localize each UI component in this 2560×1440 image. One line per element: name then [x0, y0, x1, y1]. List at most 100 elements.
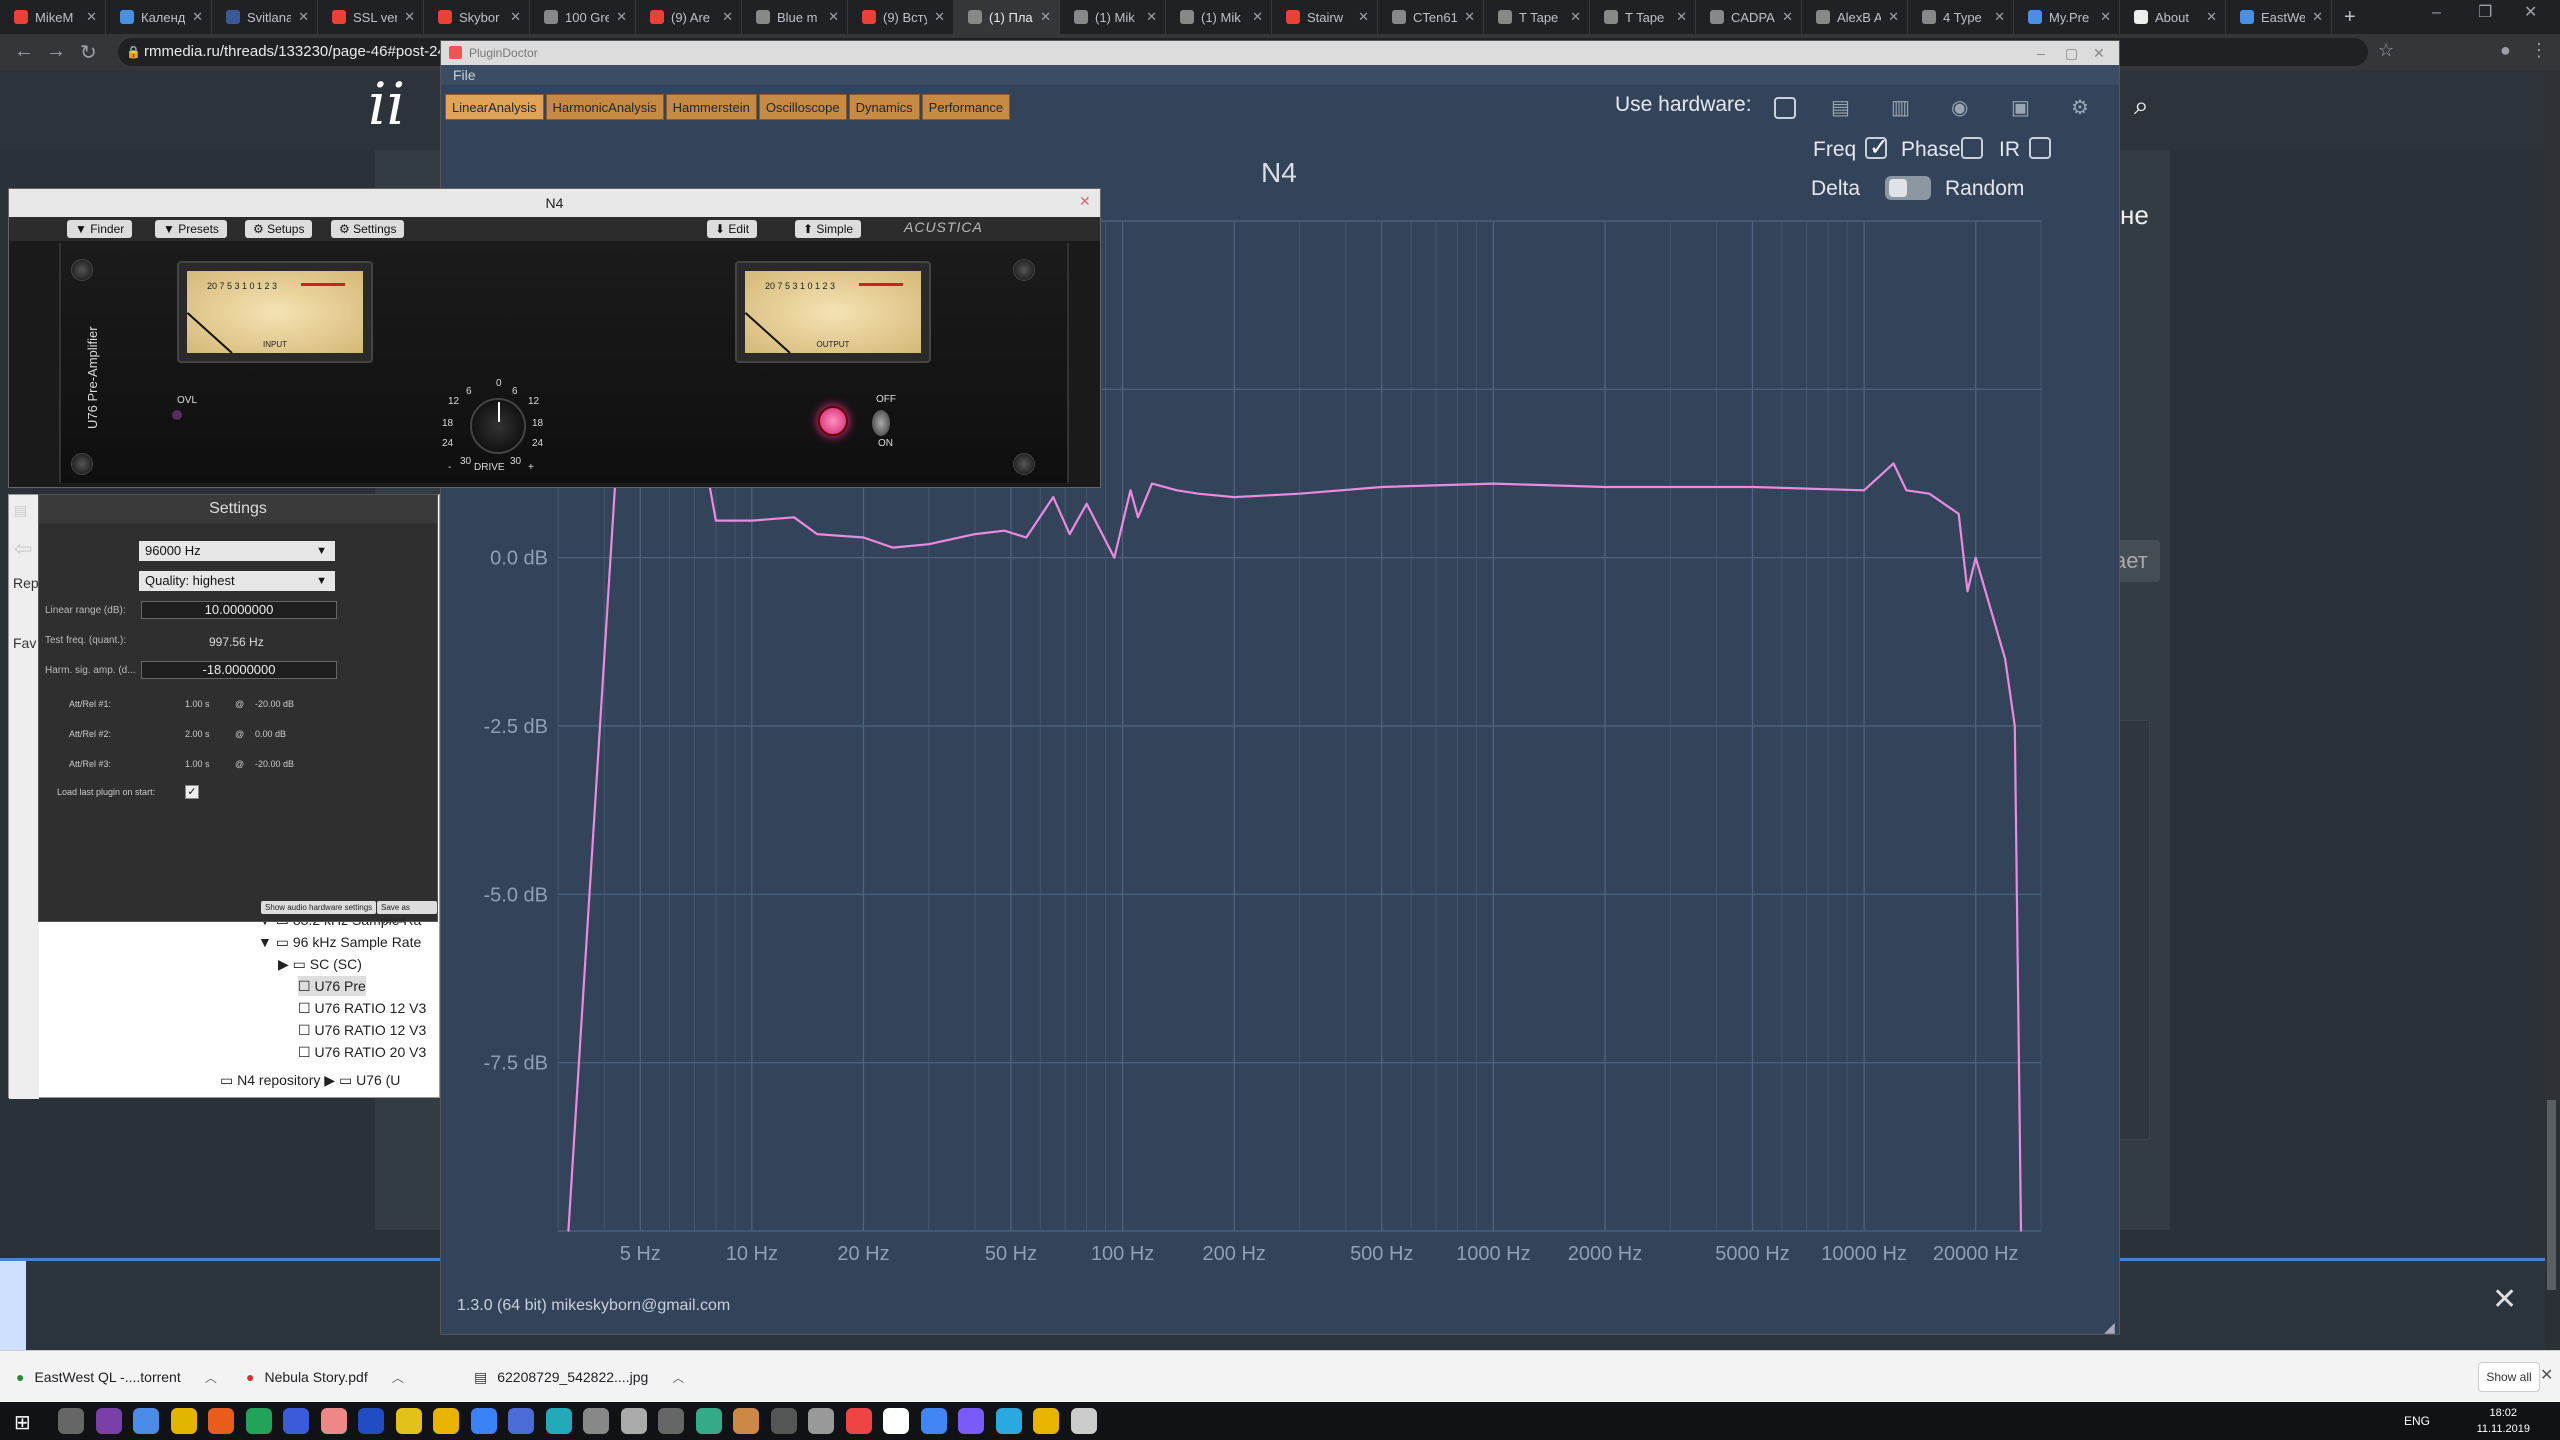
- tab-close-icon[interactable]: ✕: [722, 9, 733, 25]
- tab-close-icon[interactable]: ✕: [404, 9, 415, 25]
- att-rel-2-db[interactable]: 0.00 dB: [255, 729, 286, 739]
- app-icon[interactable]: [770, 1408, 797, 1434]
- tab-close-icon[interactable]: ✕: [192, 9, 203, 25]
- browser-tab[interactable]: T Tape ✕: [1590, 0, 1696, 34]
- tree-item[interactable]: ☐ U76 RATIO 12 V3: [298, 998, 426, 1018]
- browser-tab[interactable]: (1) Mik ✕: [1060, 0, 1166, 34]
- quality-select[interactable]: Quality: highest ▼: [139, 571, 335, 591]
- app-icon[interactable]: [583, 1408, 609, 1434]
- simple-button[interactable]: ⬆ Simple: [795, 220, 862, 238]
- browser-tab[interactable]: Svitlana ✕: [212, 0, 318, 34]
- app-icon[interactable]: [433, 1408, 459, 1434]
- tab-close-icon[interactable]: ✕: [1040, 9, 1051, 25]
- clock[interactable]: 18:02 11.11.2019: [2477, 1405, 2530, 1437]
- tree-item[interactable]: ☐ U76 RATIO 20 V3: [298, 1042, 426, 1062]
- page-scrollbar[interactable]: [2543, 70, 2560, 1290]
- tree-item[interactable]: ▼ ▭ 96 kHz Sample Rate: [258, 932, 421, 952]
- avast-icon[interactable]: [170, 1408, 197, 1434]
- sample-rate-select[interactable]: 96000 Hz ▼: [139, 541, 335, 561]
- back-icon[interactable]: ←: [14, 40, 34, 63]
- browser-tab[interactable]: (1) Пла ✕: [954, 0, 1060, 34]
- app-icon[interactable]: [545, 1408, 572, 1434]
- minimize-window-icon[interactable]: –: [2432, 0, 2441, 26]
- scrollbar-thumb[interactable]: [2547, 1100, 2556, 1290]
- app-icon[interactable]: [883, 1408, 909, 1434]
- tree-item[interactable]: ☐ U76 Pre: [298, 976, 366, 996]
- vlc-icon[interactable]: [208, 1408, 234, 1434]
- reload-icon[interactable]: ↻: [80, 40, 97, 65]
- browser-tab[interactable]: 4 Type ✕: [1908, 0, 2014, 34]
- browser-tab[interactable]: Blue m ✕: [742, 0, 848, 34]
- path-root[interactable]: N4 repository: [237, 1072, 320, 1088]
- back-arrow-icon[interactable]: ⇦: [14, 536, 32, 562]
- new-tab-button[interactable]: +: [2332, 0, 2368, 34]
- tab-close-icon[interactable]: ✕: [1464, 9, 1475, 25]
- tab-close-icon[interactable]: ✕: [1676, 9, 1687, 25]
- browser-tab[interactable]: (9) Вступ ✕: [848, 0, 954, 34]
- app-icon[interactable]: [508, 1408, 534, 1434]
- browser-tab[interactable]: Stairw ✕: [1272, 0, 1378, 34]
- save-as-default-button[interactable]: Save as default: [377, 901, 437, 925]
- app-icon[interactable]: [1070, 1408, 1097, 1434]
- tab-close-icon[interactable]: ✕: [298, 9, 309, 25]
- restore-window-icon[interactable]: ❐: [2478, 0, 2492, 26]
- edit-button[interactable]: ⬇ Edit: [707, 220, 758, 238]
- chrome-icon[interactable]: [920, 1408, 947, 1434]
- app-icon[interactable]: [733, 1408, 759, 1434]
- att-rel-3-time[interactable]: 1.00 s: [185, 759, 210, 769]
- power-toggle-switch[interactable]: [872, 410, 890, 436]
- att-rel-2-time[interactable]: 2.00 s: [185, 729, 210, 739]
- show-hardware-settings-button[interactable]: Show audio hardware settings: [261, 901, 377, 914]
- viber-icon[interactable]: [958, 1408, 984, 1434]
- app-icon[interactable]: [845, 1408, 872, 1434]
- telegram-icon[interactable]: [995, 1408, 1022, 1434]
- browser-tab[interactable]: EastWe ✕: [2226, 0, 2332, 34]
- app-icon[interactable]: [320, 1408, 347, 1434]
- language-indicator[interactable]: ENG: [2404, 1414, 2430, 1428]
- menu-icon[interactable]: ⋮: [2530, 40, 2548, 61]
- tab-close-icon[interactable]: ✕: [1782, 9, 1793, 25]
- drive-knob[interactable]: [470, 398, 526, 454]
- browser-tab[interactable]: T Tape ✕: [1484, 0, 1590, 34]
- path-child[interactable]: U76 (U: [356, 1072, 400, 1088]
- browser-tab[interactable]: CADPAI ✕: [1696, 0, 1802, 34]
- tab-close-icon[interactable]: ✕: [1994, 9, 2005, 25]
- sidebar-favorites-label[interactable]: Fav: [13, 635, 36, 651]
- app-icon[interactable]: [395, 1408, 422, 1434]
- harm-amp-input[interactable]: -18.0000000: [141, 661, 337, 679]
- browser-tab[interactable]: MikeM ✕: [0, 0, 106, 34]
- att-rel-1-time[interactable]: 1.00 s: [185, 699, 210, 709]
- n4-close-icon[interactable]: ✕: [1079, 193, 1091, 210]
- chevron-up-icon[interactable]: ︿: [205, 1369, 217, 1386]
- att-rel-1-db[interactable]: -20.00 dB: [255, 699, 294, 709]
- app-icon[interactable]: [695, 1408, 722, 1434]
- app-icon[interactable]: [620, 1408, 647, 1434]
- browser-tab[interactable]: Skybor ✕: [424, 0, 530, 34]
- chevron-up-icon[interactable]: ︿: [672, 1369, 684, 1386]
- browser-tab[interactable]: (1) Mik ✕: [1166, 0, 1272, 34]
- tree-item[interactable]: ▶ ▭ SC (SC): [278, 954, 362, 974]
- browser-tab[interactable]: 100 Gre ✕: [530, 0, 636, 34]
- browser-tab[interactable]: My.Pre ✕: [2014, 0, 2120, 34]
- task-view-icon[interactable]: [58, 1408, 84, 1434]
- tab-close-icon[interactable]: ✕: [1252, 9, 1263, 25]
- chevron-up-icon[interactable]: ︿: [392, 1369, 404, 1386]
- bookmark-star-icon[interactable]: ☆: [2378, 40, 2394, 61]
- app-icon[interactable]: [658, 1408, 684, 1434]
- resize-grip-icon[interactable]: ◢: [2104, 1319, 2115, 1336]
- tab-close-icon[interactable]: ✕: [86, 9, 97, 25]
- tab-close-icon[interactable]: ✕: [1146, 9, 1157, 25]
- close-window-icon[interactable]: ✕: [2524, 0, 2537, 26]
- app-icon[interactable]: [95, 1408, 122, 1434]
- site-search-icon[interactable]: ⌕: [2134, 90, 2149, 122]
- tab-close-icon[interactable]: ✕: [1570, 9, 1581, 25]
- downloads-close-icon[interactable]: ✕: [2540, 1365, 2560, 1385]
- tab-close-icon[interactable]: ✕: [828, 9, 839, 25]
- forward-icon[interactable]: →: [46, 40, 66, 63]
- app-icon[interactable]: [358, 1408, 384, 1434]
- folder-icon[interactable]: [1033, 1408, 1059, 1434]
- site-logo[interactable]: ii: [368, 70, 405, 138]
- browser-tab[interactable]: SSL ver ✕: [318, 0, 424, 34]
- app-icon[interactable]: [470, 1408, 497, 1434]
- utorrent-icon[interactable]: [245, 1408, 272, 1434]
